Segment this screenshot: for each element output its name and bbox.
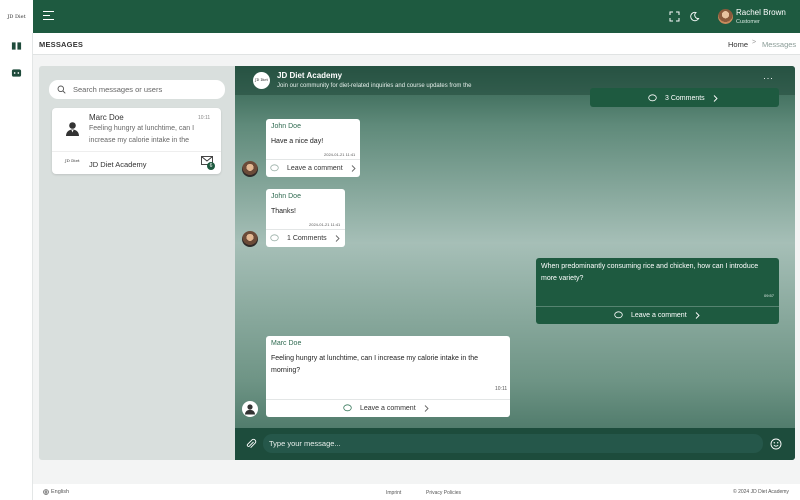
contact-name: Marc Doe bbox=[89, 113, 124, 122]
divider bbox=[266, 229, 345, 230]
leave-comment-label: Leave a comment bbox=[631, 311, 687, 319]
page-header: MESSAGES Home > Messages bbox=[33, 33, 800, 55]
conversation-list-panel: Marc Doe 10:11 Feeling hungry at lunchti… bbox=[39, 66, 235, 460]
breadcrumb-current: Messages bbox=[762, 40, 797, 49]
contact-list: Marc Doe 10:11 Feeling hungry at lunchti… bbox=[52, 108, 221, 174]
chat-subtitle: Join our community for diet-related inqu… bbox=[277, 83, 472, 89]
paperclip-icon[interactable] bbox=[245, 438, 257, 450]
breadcrumb-home[interactable]: Home bbox=[728, 40, 748, 49]
copyright-text: © 2024 JD Diet Academy bbox=[733, 489, 789, 495]
message-bubble-incoming: John Doe Thanks! 2024-01-21 11:41 1 Comm… bbox=[266, 189, 345, 247]
leave-comment-button[interactable]: Leave a comment bbox=[343, 404, 429, 412]
message-bubble-outgoing: When predominantly consuming rice and ch… bbox=[536, 258, 779, 324]
message-composer bbox=[235, 428, 795, 460]
footer: English Imprint Privacy Policies © 2024 … bbox=[33, 484, 800, 500]
app-logo[interactable]: JD Diet bbox=[0, 0, 33, 33]
imprint-link[interactable]: Imprint bbox=[386, 490, 401, 496]
comments-label: 3 Comments bbox=[665, 94, 705, 102]
message-bubble-incoming: Marc Doe Feeling hungry at lunchtime, ca… bbox=[266, 336, 510, 417]
privacy-link[interactable]: Privacy Policies bbox=[426, 490, 461, 496]
message-sender: John Doe bbox=[271, 193, 301, 200]
comments-button[interactable]: 3 Comments bbox=[648, 94, 718, 102]
avatar bbox=[242, 401, 258, 417]
message-text: When predominantly consuming rice and ch… bbox=[541, 263, 759, 282]
avatar bbox=[242, 231, 258, 247]
top-bar: Rachel Brown Customer bbox=[33, 0, 800, 33]
chat-title: JD Diet Academy bbox=[277, 71, 343, 80]
message-text: Thanks! bbox=[271, 208, 296, 215]
chat-logo: JD Diet bbox=[253, 72, 270, 89]
globe-icon bbox=[43, 489, 49, 495]
page-title: MESSAGES bbox=[39, 40, 84, 49]
side-rail: JD Diet bbox=[0, 0, 33, 500]
smile-icon[interactable] bbox=[770, 438, 782, 450]
comment-icon bbox=[614, 311, 623, 319]
contact-preview: Feeling hungry at lunchtime, can I incre… bbox=[89, 125, 195, 144]
message-time: 2024-01-21 11:41 bbox=[324, 152, 356, 157]
language-label: English bbox=[51, 489, 70, 495]
message-time: 09:57 bbox=[764, 293, 775, 298]
message-text: Feeling hungry at lunchtime, can I incre… bbox=[271, 355, 478, 374]
message-input[interactable] bbox=[269, 437, 749, 450]
moon-icon[interactable] bbox=[689, 11, 700, 22]
divider bbox=[266, 159, 360, 160]
contact-time: 10:11 bbox=[198, 115, 211, 121]
chevron-right-icon bbox=[695, 311, 700, 319]
contact-name: JD Diet Academy bbox=[89, 160, 147, 169]
search-input[interactable] bbox=[73, 83, 218, 96]
comment-icon bbox=[648, 94, 657, 102]
message-time: 10:11 bbox=[495, 386, 508, 392]
comment-icon bbox=[270, 164, 279, 172]
user-avatar[interactable] bbox=[718, 9, 733, 24]
more-options-button[interactable]: ··· bbox=[763, 73, 774, 83]
book-icon[interactable] bbox=[11, 41, 22, 51]
search-box[interactable] bbox=[49, 80, 225, 99]
unread-badge: 6 bbox=[207, 162, 215, 170]
divider bbox=[536, 306, 779, 307]
message-sender: Marc Doe bbox=[271, 340, 302, 347]
menu-icon[interactable] bbox=[43, 11, 54, 20]
breadcrumb-separator: > bbox=[752, 39, 757, 46]
contact-item-marc-doe[interactable]: Marc Doe 10:11 Feeling hungry at lunchti… bbox=[52, 108, 221, 150]
leave-comment-label: Leave a comment bbox=[360, 404, 416, 412]
leave-comment-label: Leave a comment bbox=[287, 164, 343, 172]
leave-comment-button[interactable]: Leave a comment bbox=[270, 164, 356, 172]
message-sender: John Doe bbox=[271, 123, 301, 130]
avatar bbox=[242, 161, 258, 177]
chevron-right-icon bbox=[351, 164, 356, 172]
divider bbox=[266, 399, 510, 400]
message-bubble-outgoing: 3 Comments bbox=[590, 88, 779, 107]
comment-icon bbox=[270, 234, 279, 242]
chat-panel: JD Diet JD Diet Academy Join our communi… bbox=[235, 66, 795, 460]
message-bubble-incoming: John Doe Have a nice day! 2024-01-21 11:… bbox=[266, 119, 360, 177]
fullscreen-icon[interactable] bbox=[669, 11, 680, 22]
user-name[interactable]: Rachel Brown bbox=[736, 8, 786, 17]
comments-button[interactable]: 1 Comments bbox=[270, 234, 340, 242]
app-logo-text: JD Diet bbox=[7, 13, 26, 20]
message-time: 2024-01-21 11:41 bbox=[309, 222, 341, 227]
contact-item-jd-diet-academy[interactable]: JD Diet JD Diet Academy 6 bbox=[52, 151, 221, 174]
search-icon bbox=[57, 85, 66, 94]
avatar bbox=[66, 122, 79, 136]
leave-comment-button[interactable]: Leave a comment bbox=[614, 311, 700, 319]
jd-logo: JD Diet bbox=[65, 158, 80, 163]
chat-icon[interactable] bbox=[11, 68, 22, 78]
language-selector[interactable]: English bbox=[43, 489, 69, 495]
chevron-right-icon bbox=[424, 404, 429, 412]
message-input-wrapper[interactable] bbox=[263, 434, 763, 453]
comments-label: 1 Comments bbox=[287, 234, 327, 242]
user-role: Customer bbox=[736, 19, 760, 25]
chevron-right-icon bbox=[713, 94, 718, 102]
chevron-right-icon bbox=[335, 234, 340, 242]
message-text: Have a nice day! bbox=[271, 138, 324, 145]
comment-icon bbox=[343, 404, 352, 412]
